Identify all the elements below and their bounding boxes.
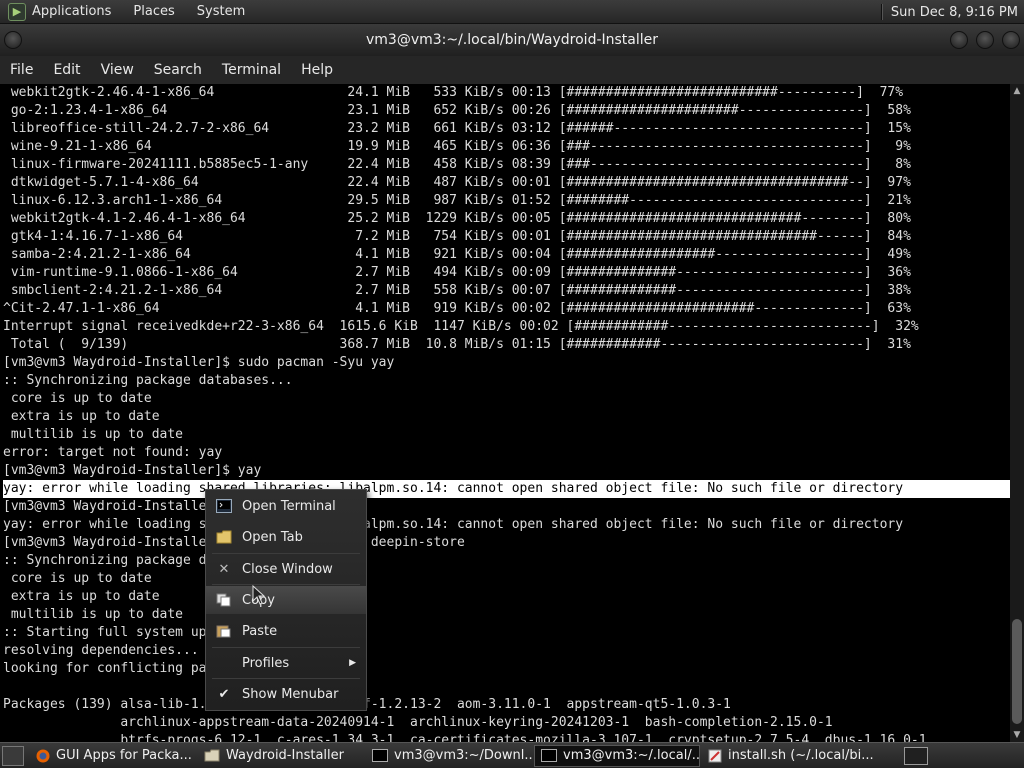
taskbar-item-waydroid-installer[interactable]: Waydroid-Installer bbox=[198, 745, 364, 767]
taskbar-item-firefox[interactable]: GUI Apps for Packa... bbox=[30, 745, 196, 767]
panel-separator bbox=[880, 4, 883, 20]
menu-item-show-menubar[interactable]: ✔ Show Menubar bbox=[206, 680, 366, 708]
taskbar-item-install-sh[interactable]: install.sh (~/.local/bi... bbox=[702, 745, 878, 767]
text-editor-icon bbox=[708, 749, 722, 763]
menu-separator bbox=[212, 584, 360, 585]
terminal-icon bbox=[372, 749, 388, 763]
terminal-line: extra is up to date bbox=[3, 589, 160, 604]
taskbar-item-terminal-downloads[interactable]: vm3@vm3:~/Downl... bbox=[366, 745, 532, 767]
terminal-line: vim-runtime-9.1.0866-1-x86_64 2.7 MiB 49… bbox=[3, 265, 911, 280]
terminal-line: core is up to date bbox=[3, 391, 152, 406]
taskbar-item-terminal-local[interactable]: vm3@vm3:~/.local/... bbox=[534, 744, 700, 767]
menu-separator bbox=[212, 647, 360, 648]
terminal-line: error: target not found: yay bbox=[3, 445, 223, 460]
menu-help[interactable]: Help bbox=[301, 62, 333, 78]
terminal-line: resolving dependencies... bbox=[3, 643, 199, 658]
terminal-line: [vm3@vm3 Waydroid-Installer]$ sudo pacma… bbox=[3, 355, 395, 370]
close-window-button[interactable] bbox=[1002, 31, 1020, 49]
menu-item-copy[interactable]: Copy bbox=[206, 586, 366, 614]
menu-item-profiles[interactable]: Profiles ▶ bbox=[206, 649, 366, 677]
show-desktop-icon[interactable] bbox=[2, 745, 24, 766]
menu-edit[interactable]: Edit bbox=[53, 62, 80, 78]
terminal-line: btrfs-progs-6.12-1 c-ares-1.34.3-1 ca-ce… bbox=[3, 733, 927, 742]
terminal-line: yay: error while loading shared librarie… bbox=[3, 517, 904, 532]
folder-tab-icon bbox=[206, 530, 242, 544]
terminal-line: webkit2gtk-4.1-2.46.4-1-x86_64 25.2 MiB … bbox=[3, 211, 911, 226]
terminal-line: libreoffice-still-24.2.7-2-x86_64 23.2 M… bbox=[3, 121, 911, 136]
mouse-cursor-icon bbox=[252, 585, 266, 605]
panel-clock[interactable]: Sun Dec 8, 9:16 PM bbox=[891, 5, 1018, 20]
submenu-arrow-icon: ▶ bbox=[349, 658, 356, 668]
terminal-line: multilib is up to date bbox=[3, 607, 184, 622]
panel-menu-system[interactable]: System bbox=[197, 4, 245, 19]
firefox-icon bbox=[36, 749, 50, 763]
terminal-line: :: Starting full system upgrade... bbox=[3, 625, 270, 640]
terminal-line: gtk4-1:4.16.7-1-x86_64 7.2 MiB 754 KiB/s… bbox=[3, 229, 911, 244]
terminal-line: core is up to date bbox=[3, 571, 152, 586]
context-menu: Open Terminal Open Tab ✕ Close Window Co… bbox=[205, 489, 367, 711]
terminal-line: linux-firmware-20241111.b5885ec5-1-any 2… bbox=[3, 157, 911, 172]
terminal-line: extra is up to date bbox=[3, 409, 160, 424]
close-icon: ✕ bbox=[218, 561, 230, 577]
folder-icon bbox=[204, 749, 220, 763]
menu-terminal[interactable]: Terminal bbox=[222, 62, 281, 78]
paste-icon bbox=[206, 624, 242, 638]
copy-icon bbox=[206, 593, 242, 607]
terminal-icon bbox=[541, 749, 557, 763]
terminal-line: [vm3@vm3 Waydroid-Installer]$ yay bbox=[3, 463, 262, 478]
terminal-output[interactable]: webkit2gtk-2.46.4-1-x86_64 24.1 MiB 533 … bbox=[0, 84, 1010, 742]
terminal-scrollbar[interactable]: ▲ ▼ bbox=[1010, 84, 1024, 742]
menu-separator bbox=[212, 553, 360, 554]
minimize-button[interactable] bbox=[950, 31, 968, 49]
scroll-up-arrow-icon[interactable]: ▲ bbox=[1010, 84, 1024, 98]
window-title: vm3@vm3:~/.local/bin/Waydroid-Installer bbox=[365, 32, 659, 48]
tray-window-icon[interactable] bbox=[904, 746, 928, 765]
window-menu-button[interactable] bbox=[4, 31, 22, 49]
menu-view[interactable]: View bbox=[101, 62, 134, 78]
terminal-line: :: Synchronizing package databases... bbox=[3, 373, 293, 388]
terminal-line: looking for conflicting packages... bbox=[3, 661, 277, 676]
terminal-line: linux-6.12.3.arch1-1-x86_64 29.5 MiB 987… bbox=[3, 193, 911, 208]
checkmark-icon: ✔ bbox=[218, 686, 230, 702]
terminal-line: ^Cit-2.47.1-1-x86_64 4.1 MiB 919 KiB/s 0… bbox=[3, 301, 911, 316]
terminal-line: [vm3@vm3 Waydroid-Installer]$ sudo pacma… bbox=[3, 535, 465, 550]
menu-file[interactable]: File bbox=[10, 62, 33, 78]
top-panel: ▶ Applications Places System Sun Dec 8, … bbox=[0, 0, 1024, 24]
terminal-line: Interrupt signal receivedkde+r22-3-x86_6… bbox=[3, 319, 919, 334]
terminal-line: wine-9.21-1-x86_64 19.9 MiB 465 KiB/s 06… bbox=[3, 139, 911, 154]
scrollbar-thumb[interactable] bbox=[1012, 619, 1022, 724]
menu-separator bbox=[212, 678, 360, 679]
menu-item-open-tab[interactable]: Open Tab bbox=[206, 523, 366, 551]
terminal-text: webkit2gtk-2.46.4-1-x86_64 24.1 MiB 533 … bbox=[0, 84, 1010, 742]
terminal-line-selected: yay: error while loading shared librarie… bbox=[3, 480, 1010, 498]
scroll-down-arrow-icon[interactable]: ▼ bbox=[1010, 728, 1024, 742]
menu-item-close-window[interactable]: ✕ Close Window bbox=[206, 555, 366, 583]
terminal-line: dtkwidget-5.7.1-4-x86_64 22.4 MiB 487 Ki… bbox=[3, 175, 911, 190]
panel-menu-applications[interactable]: Applications bbox=[32, 4, 111, 19]
terminal-line: :: Synchronizing package databases... bbox=[3, 553, 293, 568]
terminal-line: samba-2:4.21.2-1-x86_64 4.1 MiB 921 KiB/… bbox=[3, 247, 911, 262]
terminal-line: Total ( 9/139) 368.7 MiB 10.8 MiB/s 01:1… bbox=[3, 337, 911, 352]
distro-logo-icon[interactable]: ▶ bbox=[8, 2, 26, 21]
terminal-line: [vm3@vm3 Waydroid-Installer]$ yay bbox=[3, 499, 262, 514]
terminal-line: smbclient-2:4.21.2-1-x86_64 2.7 MiB 558 … bbox=[3, 283, 911, 298]
menu-search[interactable]: Search bbox=[154, 62, 202, 78]
terminal-line: webkit2gtk-2.46.4-1-x86_64 24.1 MiB 533 … bbox=[3, 85, 904, 100]
taskbar: GUI Apps for Packa... Waydroid-Installer… bbox=[0, 742, 1024, 768]
window-titlebar[interactable]: vm3@vm3:~/.local/bin/Waydroid-Installer bbox=[0, 24, 1024, 56]
terminal-menubar: File Edit View Search Terminal Help bbox=[0, 56, 1024, 84]
menu-item-open-terminal[interactable]: Open Terminal bbox=[206, 492, 366, 520]
menu-item-paste[interactable]: Paste bbox=[206, 617, 366, 645]
terminal-line: multilib is up to date bbox=[3, 427, 184, 442]
panel-menu-places[interactable]: Places bbox=[133, 4, 174, 19]
terminal-line: go-2:1.23.4-1-x86_64 23.1 MiB 652 KiB/s … bbox=[3, 103, 911, 118]
terminal-icon bbox=[206, 499, 242, 513]
terminal-line: Packages (139) alsa-lib-1.2.13-1 alsa-uc… bbox=[3, 697, 731, 712]
maximize-button[interactable] bbox=[976, 31, 994, 49]
terminal-line: archlinux-appstream-data-20240914-1 arch… bbox=[3, 715, 833, 730]
